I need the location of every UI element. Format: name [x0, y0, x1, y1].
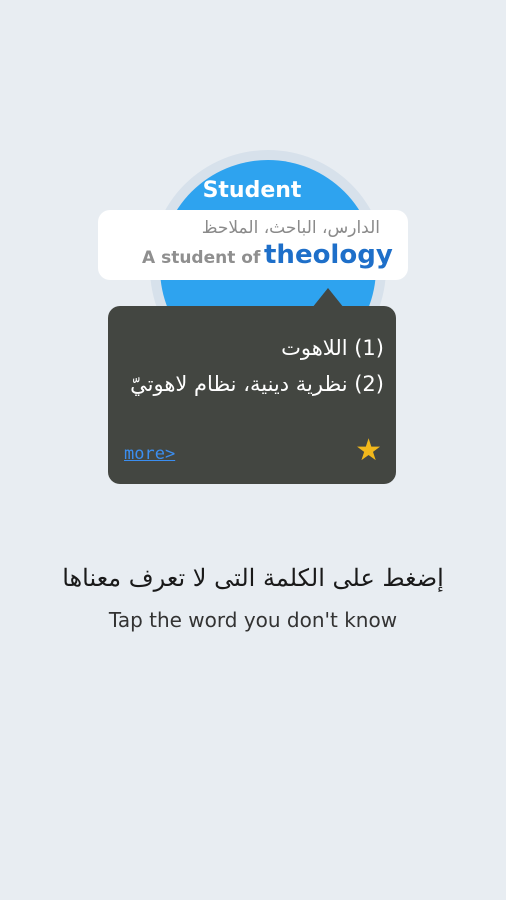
instruction-english: Tap the word you don't know — [108, 608, 398, 632]
highlighted-word[interactable]: theology — [264, 240, 393, 270]
word-card: الدارس، الباحث، الملاحظ A student of the… — [98, 210, 408, 280]
circle-title: Student — [202, 178, 302, 203]
definition-popup: (1) اللاهوت (2) نظرية دينية، نظام لاهوتي… — [108, 306, 396, 484]
more-link[interactable]: more> — [124, 444, 175, 464]
definition-1: (1) اللاهوت — [281, 336, 384, 360]
card-phrase-prefix: A student of — [142, 248, 261, 268]
star-icon[interactable]: ★ — [355, 436, 382, 466]
popup-arrow — [312, 288, 344, 308]
instruction-arabic: إضغط على الكلمة التى لا تعرف معناها — [62, 564, 444, 592]
card-arabic-meaning: الدارس، الباحث، الملاحظ — [201, 218, 380, 238]
definition-2: (2) نظرية دينية، نظام لاهوتيّ — [130, 372, 384, 396]
